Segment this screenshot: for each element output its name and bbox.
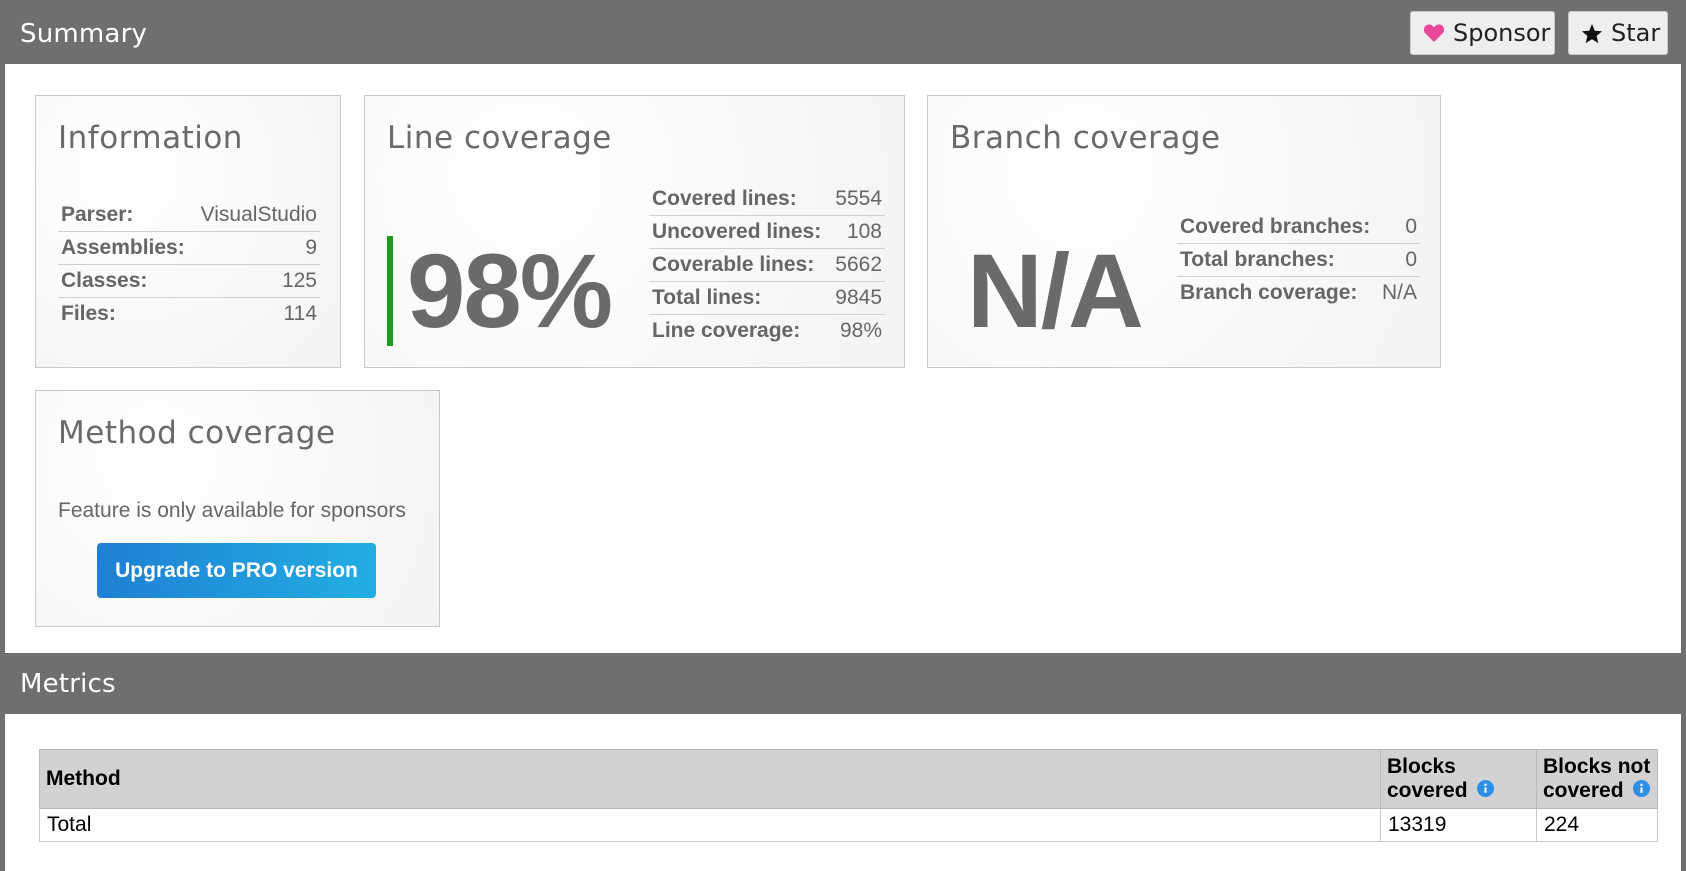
- line-row: Covered lines: 5554: [649, 183, 885, 216]
- line-key: Coverable lines:: [649, 248, 831, 282]
- blocks-not-covered-cell: 224: [1536, 808, 1658, 842]
- upgrade-pro-button[interactable]: Upgrade to PRO version: [97, 543, 376, 598]
- metrics-title: Metrics: [20, 669, 116, 699]
- column-header-blocks-covered[interactable]: Blocks covered: [1380, 749, 1537, 809]
- info-value: VisualStudio: [200, 203, 317, 226]
- column-header-line: covered: [1543, 778, 1624, 802]
- metrics-table: Method Blocks covered Blocks not covered: [39, 749, 1658, 842]
- info-icon[interactable]: [1477, 779, 1495, 803]
- line-key: Line coverage:: [649, 314, 831, 347]
- branch-value: 0: [1377, 243, 1420, 277]
- method-cell: Total: [39, 808, 1381, 842]
- line-row: Total lines: 9845: [649, 281, 885, 315]
- method-coverage-title: Method coverage: [58, 415, 336, 451]
- info-icon[interactable]: [1633, 779, 1651, 803]
- line-row: Uncovered lines: 108: [649, 215, 885, 249]
- column-header-line: Blocks: [1387, 754, 1456, 778]
- info-value: 114: [192, 297, 320, 330]
- info-key: Assemblies:: [58, 231, 193, 265]
- column-header-line: Blocks not: [1543, 754, 1651, 778]
- branch-row: Branch coverage: N/A: [1177, 276, 1420, 309]
- table-row: Total 13319 224: [39, 808, 1658, 842]
- blocks-covered-cell: 13319: [1380, 808, 1537, 842]
- summary-header: Summary Sponsor Star: [5, 3, 1681, 64]
- method-coverage-card: Method coverage Feature is only availabl…: [35, 390, 440, 627]
- line-value: 98%: [830, 314, 885, 347]
- line-coverage-title: Line coverage: [387, 120, 612, 156]
- line-value: 5662: [830, 248, 885, 282]
- metrics-header-row: Method Blocks covered Blocks not covered: [39, 749, 1658, 809]
- branch-row: Covered branches: 0: [1177, 211, 1420, 244]
- information-title: Information: [58, 120, 243, 156]
- branch-key: Branch coverage:: [1177, 276, 1378, 309]
- info-row: Parser: VisualStudio: [58, 199, 320, 232]
- line-row: Line coverage: 98%: [649, 314, 885, 347]
- sponsor-only-note: Feature is only available for sponsors: [58, 499, 406, 522]
- branch-value: N/A: [1377, 276, 1420, 309]
- line-row: Coverable lines: 5662: [649, 248, 885, 282]
- info-row: Assemblies: 9: [58, 231, 320, 265]
- line-key: Total lines:: [649, 281, 831, 315]
- branch-key: Total branches:: [1177, 243, 1378, 277]
- coverage-indicator-bar: [387, 236, 393, 346]
- line-coverage-table: Covered lines: 5554 Uncovered lines: 108 C…: [649, 183, 885, 347]
- branch-coverage-table: Covered branches: 0 Total branches: 0 Bran…: [1177, 211, 1420, 309]
- branch-coverage-card: Branch coverage N/A Covered branches: 0 T…: [927, 95, 1441, 368]
- metrics-header: Metrics: [5, 653, 1681, 714]
- heart-icon: [1423, 23, 1445, 43]
- branch-coverage-title: Branch coverage: [950, 120, 1221, 156]
- info-value: 125: [192, 264, 320, 298]
- line-key: Covered lines:: [652, 187, 797, 210]
- line-coverage-card: Line coverage 98% Covered lines: 5554 Unc…: [364, 95, 905, 368]
- line-value: 108: [830, 215, 885, 249]
- line-coverage-percent: 98%: [407, 233, 613, 350]
- branch-coverage-value: N/A: [967, 233, 1144, 350]
- branch-key: Covered branches:: [1180, 215, 1371, 238]
- column-header-method[interactable]: Method: [39, 749, 1381, 809]
- report-frame: Summary Sponsor Star Information Parser:…: [0, 0, 1686, 871]
- line-value: 9845: [830, 281, 885, 315]
- info-key: Files:: [58, 297, 193, 330]
- line-value: 5554: [835, 187, 882, 210]
- information-card: Information Parser: VisualStudio Assembli…: [35, 95, 341, 368]
- sponsor-label: Sponsor: [1453, 19, 1551, 47]
- sponsor-button[interactable]: Sponsor: [1410, 11, 1555, 55]
- branch-row: Total branches: 0: [1177, 243, 1420, 277]
- info-key: Parser:: [61, 203, 134, 226]
- column-header-line: covered: [1387, 778, 1468, 802]
- star-label: Star: [1611, 19, 1661, 47]
- column-header-blocks-not-covered[interactable]: Blocks not covered: [1536, 749, 1658, 809]
- info-row: Classes: 125: [58, 264, 320, 298]
- info-row: Files: 114: [58, 297, 320, 330]
- summary-title: Summary: [20, 19, 148, 49]
- line-key: Uncovered lines:: [649, 215, 831, 249]
- info-key: Classes:: [58, 264, 193, 298]
- info-value: 9: [192, 231, 320, 265]
- branch-value: 0: [1405, 215, 1417, 238]
- star-button[interactable]: Star: [1568, 11, 1668, 55]
- star-icon: [1581, 23, 1603, 44]
- information-table: Parser: VisualStudio Assemblies: 9 Classes…: [58, 199, 320, 330]
